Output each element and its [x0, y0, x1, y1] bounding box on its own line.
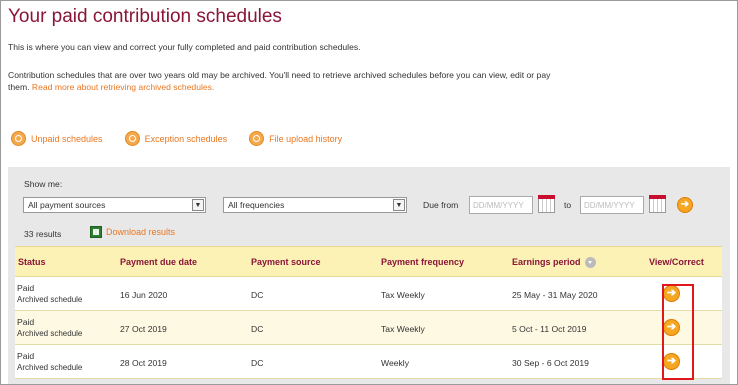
- exception-schedules-link[interactable]: Exception schedules: [124, 131, 228, 146]
- table-row: Paid Archived schedule 16 Jun 2020 DC Ta…: [15, 277, 722, 311]
- payment-frequency: Tax Weekly: [381, 324, 425, 334]
- status-subtext: Archived schedule: [17, 363, 83, 372]
- earnings-period-label: Earnings period: [512, 257, 581, 267]
- table-header: Status Payment due date Payment source P…: [15, 246, 722, 277]
- frequency-value: All frequencies: [228, 200, 285, 210]
- view-correct-highlight-box: [662, 284, 694, 380]
- unpaid-schedules-label: Unpaid schedules: [31, 133, 103, 144]
- chevron-down-icon: ▼: [393, 199, 405, 211]
- status-value: Paid: [17, 283, 35, 293]
- payment-due-date: 28 Oct 2019: [120, 358, 167, 368]
- earnings-period: 30 Sep - 6 Oct 2019: [512, 358, 589, 368]
- to-label: to: [564, 200, 572, 210]
- payment-source-select[interactable]: All payment sources ▼: [23, 197, 206, 213]
- frequency-select[interactable]: All frequencies ▼: [223, 197, 407, 213]
- search-icon: [11, 131, 26, 146]
- status-value: Paid: [17, 351, 35, 361]
- due-from-input[interactable]: DD/MM/YYYY: [469, 196, 533, 214]
- header-view-correct: View/Correct: [649, 257, 704, 267]
- chevron-down-icon: ▼: [192, 199, 204, 211]
- calendar-icon[interactable]: [649, 195, 666, 213]
- earnings-period: 5 Oct - 11 Oct 2019: [512, 324, 587, 334]
- payment-source: DC: [251, 290, 264, 300]
- download-results-label: Download results: [106, 227, 176, 237]
- header-status: Status: [18, 257, 46, 267]
- filter-results-panel: Show me: All payment sources ▼ All frequ…: [8, 167, 730, 384]
- file-upload-history-link[interactable]: File upload history: [249, 131, 342, 146]
- archive-text: Contribution schedules that are over two…: [8, 69, 568, 93]
- header-payment-source: Payment source: [251, 257, 321, 267]
- show-me-label: Show me:: [24, 179, 63, 189]
- archive-link[interactable]: Read more about retrieving archived sche…: [32, 82, 214, 92]
- payment-frequency: Weekly: [381, 358, 410, 368]
- exception-schedules-label: Exception schedules: [144, 133, 228, 144]
- payment-source: DC: [251, 358, 264, 368]
- header-payment-frequency: Payment frequency: [381, 257, 465, 267]
- status-subtext: Archived schedule: [17, 329, 83, 338]
- search-icon: [249, 131, 265, 146]
- quick-links: Unpaid schedules Exception schedules Fil…: [11, 131, 364, 146]
- table-row: Paid Archived schedule 28 Oct 2019 DC We…: [15, 345, 722, 379]
- page-title: Your paid contribution schedules: [8, 6, 282, 27]
- payment-due-date: 16 Jun 2020: [120, 290, 168, 300]
- search-go-button[interactable]: ➔: [677, 197, 693, 213]
- due-to-input[interactable]: DD/MM/YYYY: [580, 196, 644, 214]
- page-frame: Your paid contribution schedules This is…: [0, 0, 738, 385]
- status-subtext: Archived schedule: [17, 295, 83, 304]
- sort-down-icon[interactable]: [584, 257, 596, 269]
- due-from-label: Due from: [423, 200, 459, 210]
- table-row: Paid Archived schedule 27 Oct 2019 DC Ta…: [15, 311, 722, 345]
- intro-text: This is where you can view and correct y…: [8, 42, 361, 52]
- payment-source-value: All payment sources: [28, 200, 106, 210]
- payment-source: DC: [251, 324, 264, 334]
- search-icon: [124, 131, 140, 146]
- header-earnings-period[interactable]: Earnings period: [512, 257, 596, 269]
- unpaid-schedules-link[interactable]: Unpaid schedules: [11, 131, 103, 146]
- spreadsheet-icon: [90, 226, 102, 238]
- file-upload-history-label: File upload history: [269, 133, 343, 144]
- header-payment-due-date: Payment due date: [120, 257, 198, 267]
- results-count: 33 results: [24, 229, 62, 239]
- payment-frequency: Tax Weekly: [381, 290, 425, 300]
- calendar-icon[interactable]: [538, 195, 555, 213]
- earnings-period: 25 May - 31 May 2020: [512, 290, 598, 300]
- status-value: Paid: [17, 317, 35, 327]
- payment-due-date: 27 Oct 2019: [120, 324, 167, 334]
- schedules-table: Status Payment due date Payment source P…: [15, 246, 722, 379]
- download-results-link[interactable]: Download results: [90, 226, 175, 238]
